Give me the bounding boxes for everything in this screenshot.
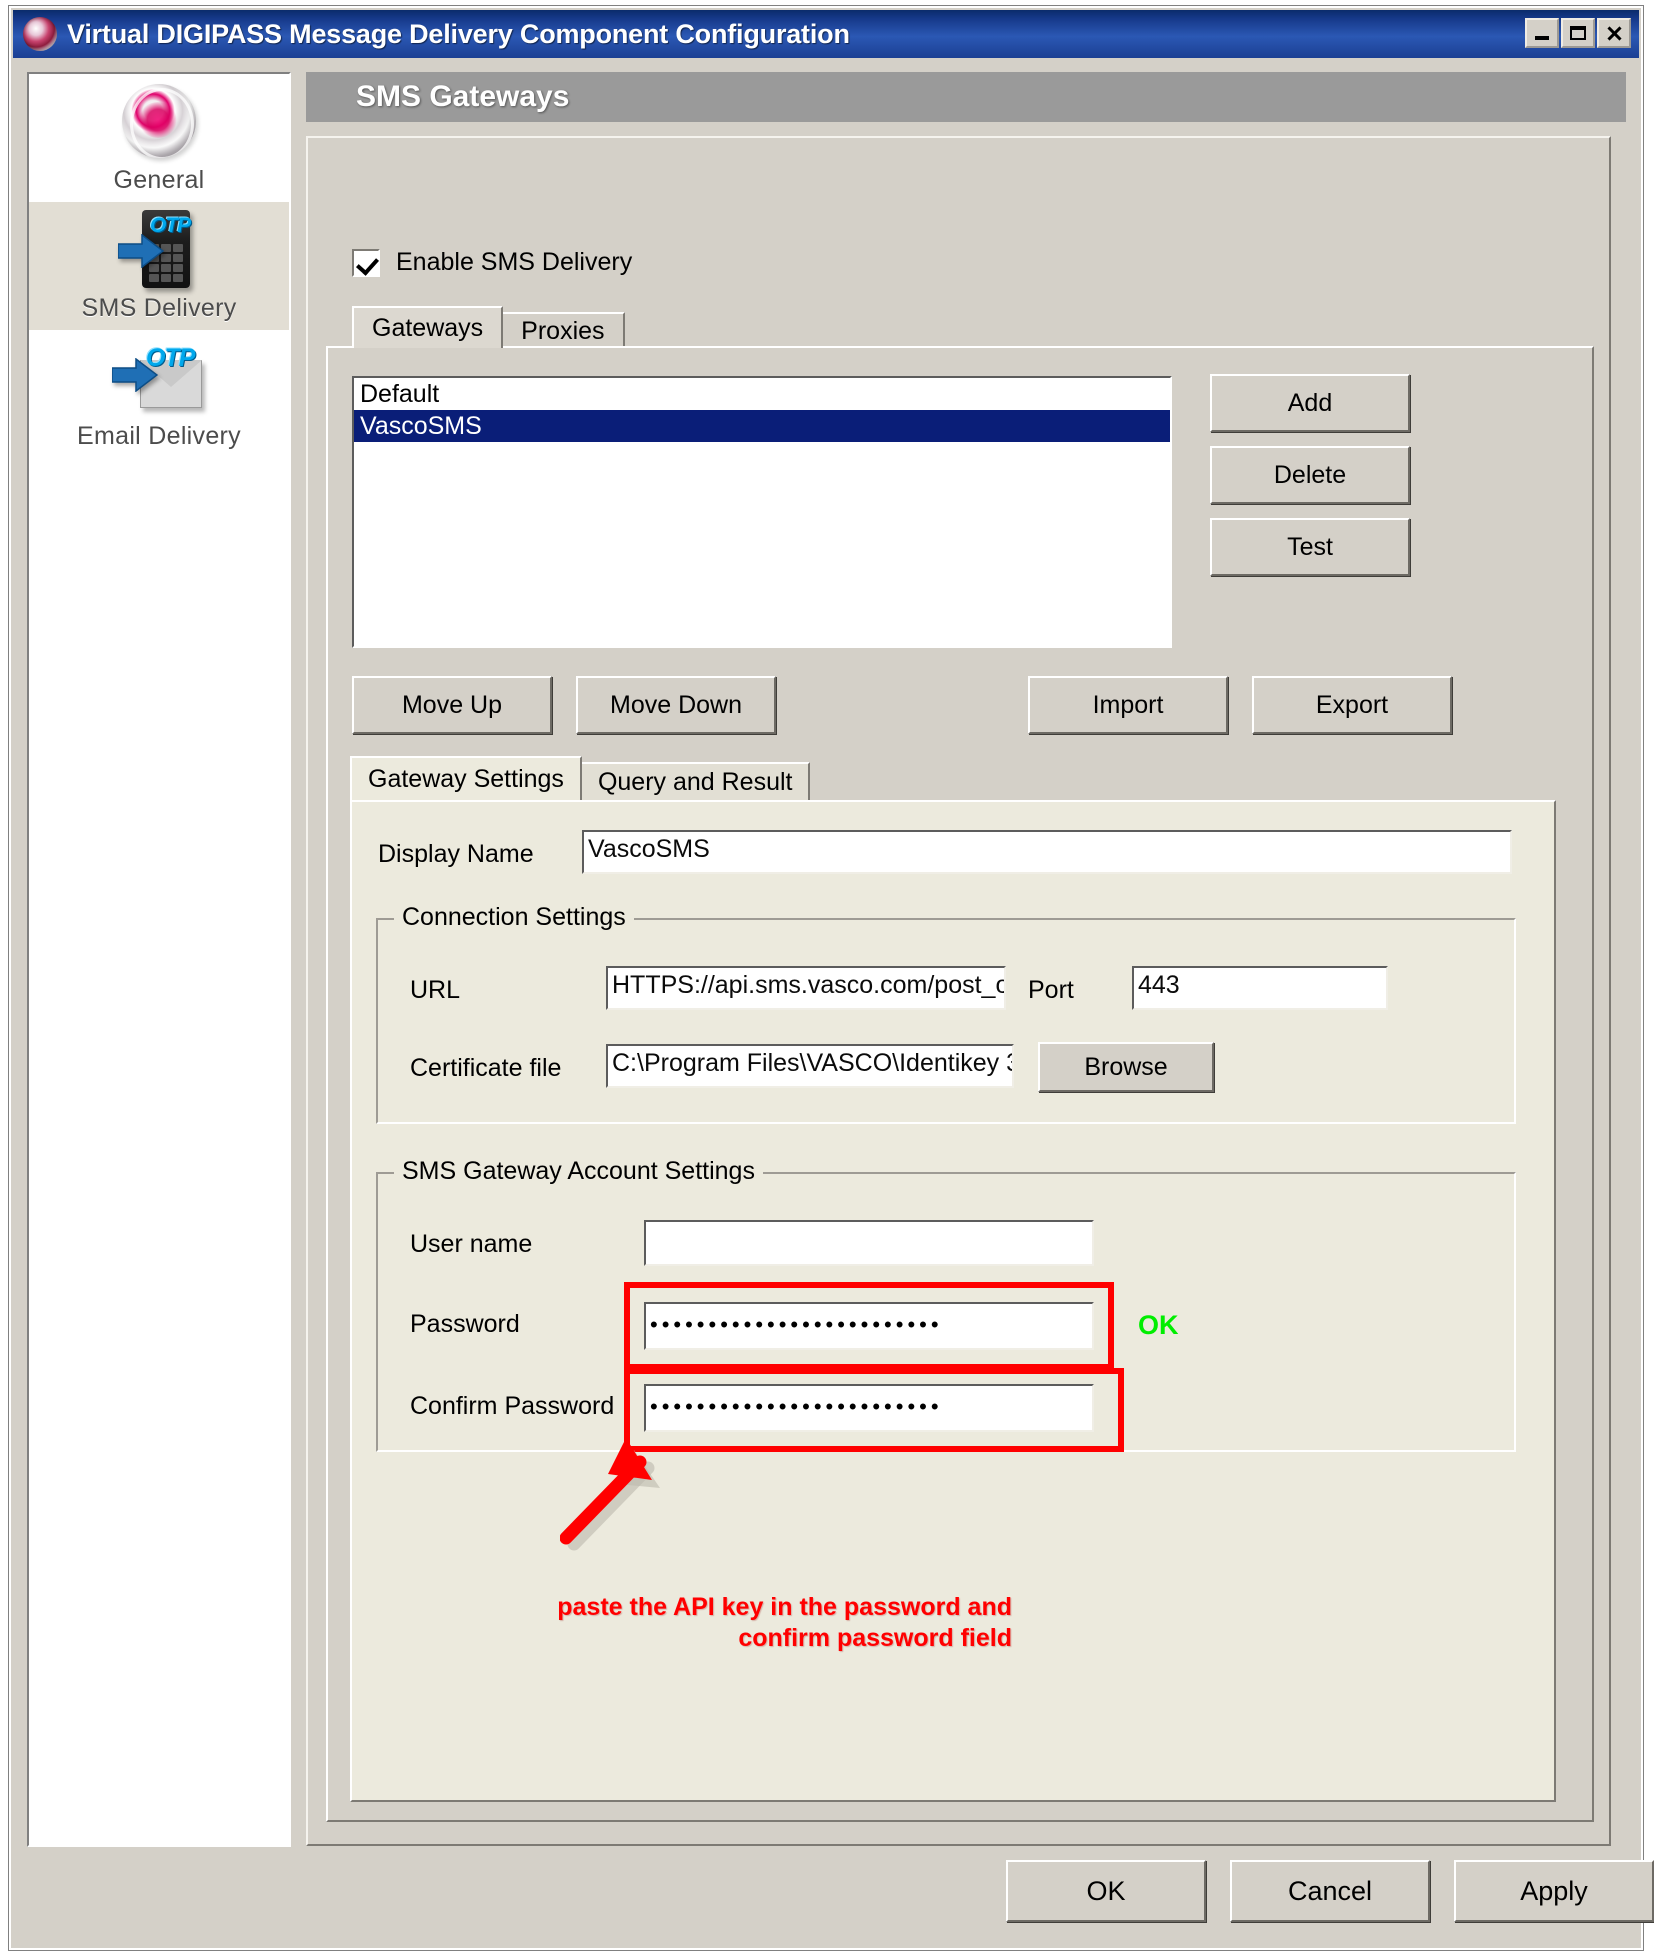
tab-proxies[interactable]: Proxies: [501, 312, 625, 348]
test-button[interactable]: Test: [1210, 518, 1410, 576]
minimize-button[interactable]: [1525, 18, 1559, 48]
password-input[interactable]: •••••••••••••••••••••••••: [644, 1302, 1094, 1350]
page-title: SMS Gateways: [356, 80, 570, 113]
sms-gateways-panel: Enable SMS Delivery Gateways Proxies Def…: [306, 136, 1611, 1846]
gateway-settings-panel: Display Name VascoSMS Connection Setting…: [350, 800, 1556, 1802]
globe-icon: [116, 80, 202, 164]
tab-query-and-result[interactable]: Query and Result: [579, 762, 811, 800]
add-button[interactable]: Add: [1210, 374, 1410, 432]
maximize-icon: [1570, 26, 1586, 40]
annotation-text: paste the API key in the password and co…: [472, 1592, 1012, 1655]
confirm-password-input[interactable]: •••••••••••••••••••••••••: [644, 1384, 1094, 1432]
red-arrow-icon: [560, 1438, 660, 1551]
dialog-footer: OK Cancel Apply: [306, 1860, 1654, 1930]
sidebar-item-label: General: [113, 166, 205, 194]
tab-gateways[interactable]: Gateways: [352, 306, 504, 348]
annotation-line-2: confirm password field: [738, 1624, 1012, 1653]
content-area: SMS Gateways Enable SMS Delivery Gateway…: [306, 72, 1626, 1847]
certificate-file-label: Certificate file: [410, 1054, 562, 1082]
url-label: URL: [410, 976, 461, 1004]
port-label: Port: [1028, 976, 1074, 1004]
password-status-badge: OK: [1138, 1310, 1179, 1340]
delete-button[interactable]: Delete: [1210, 446, 1410, 504]
list-item[interactable]: Default: [354, 378, 1170, 410]
move-up-button[interactable]: Move Up: [352, 676, 552, 734]
connection-settings-group: Connection Settings: [376, 903, 1516, 1124]
gateway-listbox[interactable]: Default VascoSMS: [352, 376, 1172, 648]
display-name-input[interactable]: VascoSMS: [582, 830, 1512, 874]
browse-button[interactable]: Browse: [1038, 1042, 1214, 1092]
navigation-sidebar: General OTP SMS Delivery OTP Email Deliv…: [27, 72, 291, 1847]
close-button[interactable]: [1597, 18, 1631, 48]
url-input[interactable]: HTTPS://api.sms.vasco.com/post_offic: [606, 966, 1006, 1010]
sidebar-item-email-delivery[interactable]: OTP Email Delivery: [29, 330, 289, 458]
blue-arrow-icon: [118, 234, 164, 268]
certificate-file-input[interactable]: C:\Program Files\VASCO\Identikey 3.4\bin…: [606, 1044, 1014, 1088]
digipass-globe-icon: [23, 17, 57, 51]
annotation-line-1: paste the API key in the password and: [557, 1593, 1012, 1621]
enable-sms-delivery-label: Enable SMS Delivery: [396, 248, 633, 276]
title-bar: Virtual DIGIPASS Message Delivery Compon…: [13, 10, 1639, 58]
enable-sms-delivery-checkbox[interactable]: [352, 248, 380, 277]
otp-phone-icon: OTP: [116, 208, 202, 292]
confirm-password-label: Confirm Password: [410, 1392, 615, 1420]
maximize-button[interactable]: [1561, 18, 1595, 48]
application-window: Virtual DIGIPASS Message Delivery Compon…: [9, 6, 1654, 1950]
gateways-tab-panel: Default VascoSMS Add Delete Test Move Up…: [326, 346, 1594, 1822]
sidebar-item-label: SMS Delivery: [81, 294, 237, 322]
minimize-icon: [1535, 36, 1549, 40]
ok-button[interactable]: OK: [1006, 1860, 1206, 1922]
apply-button[interactable]: Apply: [1454, 1860, 1654, 1922]
otp-envelope-icon: OTP: [112, 336, 202, 420]
user-name-label: User name: [410, 1230, 533, 1258]
user-name-input[interactable]: [644, 1220, 1094, 1266]
export-button[interactable]: Export: [1252, 676, 1452, 734]
outer-tabstrip: Gateways Proxies: [352, 306, 625, 348]
password-label: Password: [410, 1310, 520, 1338]
connection-settings-title: Connection Settings: [394, 903, 634, 932]
import-button[interactable]: Import: [1028, 676, 1228, 734]
cancel-button[interactable]: Cancel: [1230, 1860, 1430, 1922]
page-header: SMS Gateways: [306, 72, 1626, 122]
display-name-label: Display Name: [378, 840, 534, 868]
tab-gateway-settings[interactable]: Gateway Settings: [350, 756, 582, 800]
inner-tabstrip: Gateway Settings Query and Result: [350, 756, 811, 800]
account-settings-title: SMS Gateway Account Settings: [394, 1157, 763, 1186]
sidebar-item-general[interactable]: General: [29, 74, 289, 202]
port-input[interactable]: 443: [1132, 966, 1388, 1010]
window-controls: [1525, 18, 1631, 48]
enable-sms-delivery-row[interactable]: Enable SMS Delivery: [352, 248, 632, 277]
sidebar-item-sms-delivery[interactable]: OTP SMS Delivery: [29, 202, 289, 330]
move-down-button[interactable]: Move Down: [576, 676, 776, 734]
sidebar-item-label: Email Delivery: [77, 422, 241, 450]
list-item[interactable]: VascoSMS: [354, 410, 1170, 442]
close-icon: [1606, 25, 1623, 42]
window-title: Virtual DIGIPASS Message Delivery Compon…: [67, 18, 850, 49]
